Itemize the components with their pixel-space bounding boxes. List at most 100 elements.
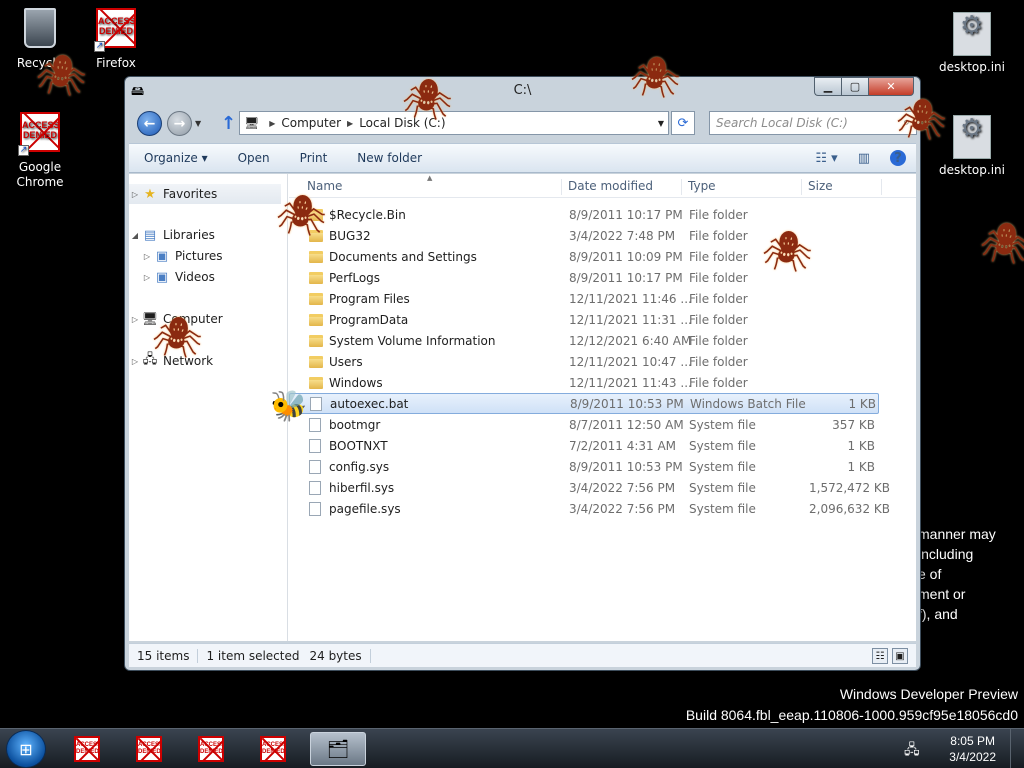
file-name: bootmgr [329, 417, 381, 432]
file-row[interactable]: bootmgr 8/7/2011 12:50 AM System file 357 K… [289, 414, 879, 435]
file-name: config.sys [329, 459, 390, 474]
file-name: hiberfil.sys [329, 480, 395, 495]
start-button[interactable]: ⊞ [6, 730, 46, 768]
taskbar-button-2[interactable]: ACCESS DENIED [124, 732, 174, 766]
maximize-button[interactable]: ▢ [841, 77, 868, 96]
file-name: $Recycle.Bin [329, 207, 406, 222]
file-row[interactable]: System Volume Information 12/12/2021 6:40… [289, 330, 879, 351]
file-row[interactable]: pagefile.sys 3/4/2022 7:56 PM System file 2… [289, 498, 890, 519]
breadcrumb-computer[interactable]: Computer [281, 116, 341, 130]
title-bar[interactable]: 🖴 C:\ ▁ ▢ ✕ [125, 77, 920, 105]
help-icon[interactable]: ? [890, 150, 906, 166]
nav-videos[interactable]: ▷ ▣ Videos [141, 267, 215, 287]
file-size: 1,572,472 KB [809, 480, 890, 495]
expand-arrow-icon[interactable]: ▷ [141, 273, 153, 282]
desktop-icon-google-chrome[interactable]: ACCESS DENIED ↗ Google Chrome [0, 112, 80, 190]
expand-arrow-icon[interactable]: ▷ [141, 252, 153, 261]
collapse-arrow-icon[interactable]: ◢ [129, 231, 141, 240]
file-row[interactable]: ProgramData 12/11/2021 11:31 ... File fold… [289, 309, 879, 330]
column-type[interactable]: Type [682, 179, 802, 195]
back-button[interactable]: ← [137, 111, 162, 136]
command-bar: Organize ▾ Open Print New folder ☷ ▾ ▥ ? [129, 143, 916, 173]
up-arrow-icon[interactable]: ↑ [221, 113, 236, 134]
expand-arrow-icon[interactable]: ▷ [129, 190, 141, 199]
explorer-window: 🖴 C:\ ▁ ▢ ✕ ← → ▼ ↑ 🖥 ▶ Computer ▶ Local… [124, 76, 921, 671]
new-folder-button[interactable]: New folder [342, 151, 437, 165]
file-type: System file [689, 501, 756, 516]
file-row[interactable]: $Recycle.Bin 8/9/2011 10:17 PM File folder [289, 204, 879, 225]
file-size: 2,096,632 KB [809, 501, 890, 516]
search-input[interactable]: Search Local Disk (C:) ⌕ [709, 111, 917, 135]
file-date: 8/9/2011 10:17 PM [569, 207, 683, 222]
spider-icon: 🕷 [896, 97, 947, 143]
desktop-icon-firefox[interactable]: ACCESS DENIED ↗ Firefox [76, 8, 156, 71]
change-view-icon[interactable]: ☷ ▾ [815, 151, 837, 166]
file-icon [309, 417, 321, 432]
taskbar-button-3[interactable]: ACCESS DENIED [186, 732, 236, 766]
column-size[interactable]: Size [802, 179, 882, 195]
folder-icon [309, 250, 323, 263]
recent-pages-dropdown[interactable]: ▼ [195, 119, 201, 128]
address-bar[interactable]: 🖥 ▶ Computer ▶ Local Disk (C:) ▼ [239, 111, 669, 135]
preview-pane-icon[interactable]: ▥ [858, 151, 870, 166]
file-row[interactable]: BOOTNXT 7/2/2011 4:31 AM System file 1 KB [289, 435, 879, 456]
clock[interactable]: 8:05 PM 3/4/2022 [949, 733, 996, 765]
folder-icon [309, 334, 323, 347]
print-button[interactable]: Print [285, 151, 343, 165]
large-icons-view-icon[interactable]: ▣ [892, 648, 908, 664]
spider-icon: 🕷 [402, 77, 453, 123]
expand-arrow-icon[interactable]: ▷ [129, 315, 141, 324]
details-view-icon[interactable]: ☷ [872, 648, 888, 664]
address-dropdown-icon[interactable]: ▼ [658, 119, 664, 128]
clock-date: 3/4/2022 [949, 750, 996, 764]
file-date: 8/7/2011 12:50 AM [569, 417, 684, 432]
desktop-icon-label: Firefox [96, 56, 136, 70]
nav-favorites[interactable]: ▷ ★ Favorites [129, 184, 281, 204]
status-selection: 1 item selected [206, 648, 300, 663]
open-button[interactable]: Open [223, 151, 285, 165]
desktop-icon-label: desktop.ini [939, 60, 1005, 74]
nav-pictures[interactable]: ▷ ▣ Pictures [141, 246, 223, 266]
file-row[interactable]: Windows 12/11/2021 11:43 ... File folder [289, 372, 879, 393]
expand-arrow-icon[interactable]: ▷ [129, 357, 141, 366]
forward-button[interactable]: → [167, 111, 192, 136]
network-status-icon[interactable]: 🖧 [904, 739, 920, 763]
videos-icon: ▣ [155, 269, 169, 285]
file-icon [309, 459, 321, 474]
file-date: 3/4/2022 7:48 PM [569, 228, 676, 243]
shortcut-arrow-icon: ↗ [94, 41, 105, 52]
file-row[interactable]: autoexec.bat 8/9/2011 10:53 PM Windows Bat… [289, 393, 879, 414]
file-row[interactable]: Program Files 12/11/2021 11:46 ... File fo… [289, 288, 879, 309]
file-row[interactable]: hiberfil.sys 3/4/2022 7:56 PM System file 1… [289, 477, 890, 498]
file-date: 12/12/2021 6:40 AM [569, 333, 692, 348]
file-type: File folder [689, 312, 748, 327]
folder-icon [309, 355, 323, 368]
file-date: 8/9/2011 10:17 PM [569, 270, 683, 285]
file-date: 3/4/2022 7:56 PM [569, 501, 676, 516]
column-date-modified[interactable]: Date modified [562, 179, 682, 195]
address-row: ← → ▼ ↑ 🖥 ▶ Computer ▶ Local Disk (C:) ▼… [131, 109, 917, 137]
organize-button[interactable]: Organize ▾ [129, 151, 223, 165]
file-row[interactable]: Users 12/11/2021 10:47 ... File folder [289, 351, 879, 372]
taskbar-button-1[interactable]: ACCESS DENIED [62, 732, 112, 766]
file-explorer-icon: 🗂 [326, 738, 350, 760]
desktop-icon-desktop-ini-1[interactable]: desktop.ini [932, 12, 1012, 75]
file-type: Windows Batch File [690, 396, 806, 411]
file-date: 12/11/2021 11:46 ... [569, 291, 692, 306]
minimize-button[interactable]: ▁ [814, 77, 841, 96]
file-date: 8/9/2011 10:09 PM [569, 249, 683, 264]
nav-libraries[interactable]: ◢ ▤ Libraries [129, 225, 215, 245]
show-desktop-button[interactable] [1010, 729, 1024, 768]
taskbar-button-4[interactable]: ACCESS DENIED [248, 732, 298, 766]
close-button[interactable]: ✕ [868, 77, 914, 96]
shortcut-arrow-icon: ↗ [18, 145, 29, 156]
access-denied-icon: ACCESS DENIED [74, 736, 100, 762]
file-row[interactable]: config.sys 8/9/2011 10:53 PM System file 1 … [289, 456, 879, 477]
file-date: 3/4/2022 7:56 PM [569, 480, 676, 495]
taskbar-button-explorer[interactable]: 🗂 [310, 732, 366, 766]
refresh-button[interactable]: ⟳ [671, 111, 695, 135]
file-type: System file [689, 438, 756, 453]
window-title: C:\ [513, 83, 532, 98]
status-item-count: 15 items [129, 648, 199, 663]
file-type: File folder [689, 354, 748, 369]
